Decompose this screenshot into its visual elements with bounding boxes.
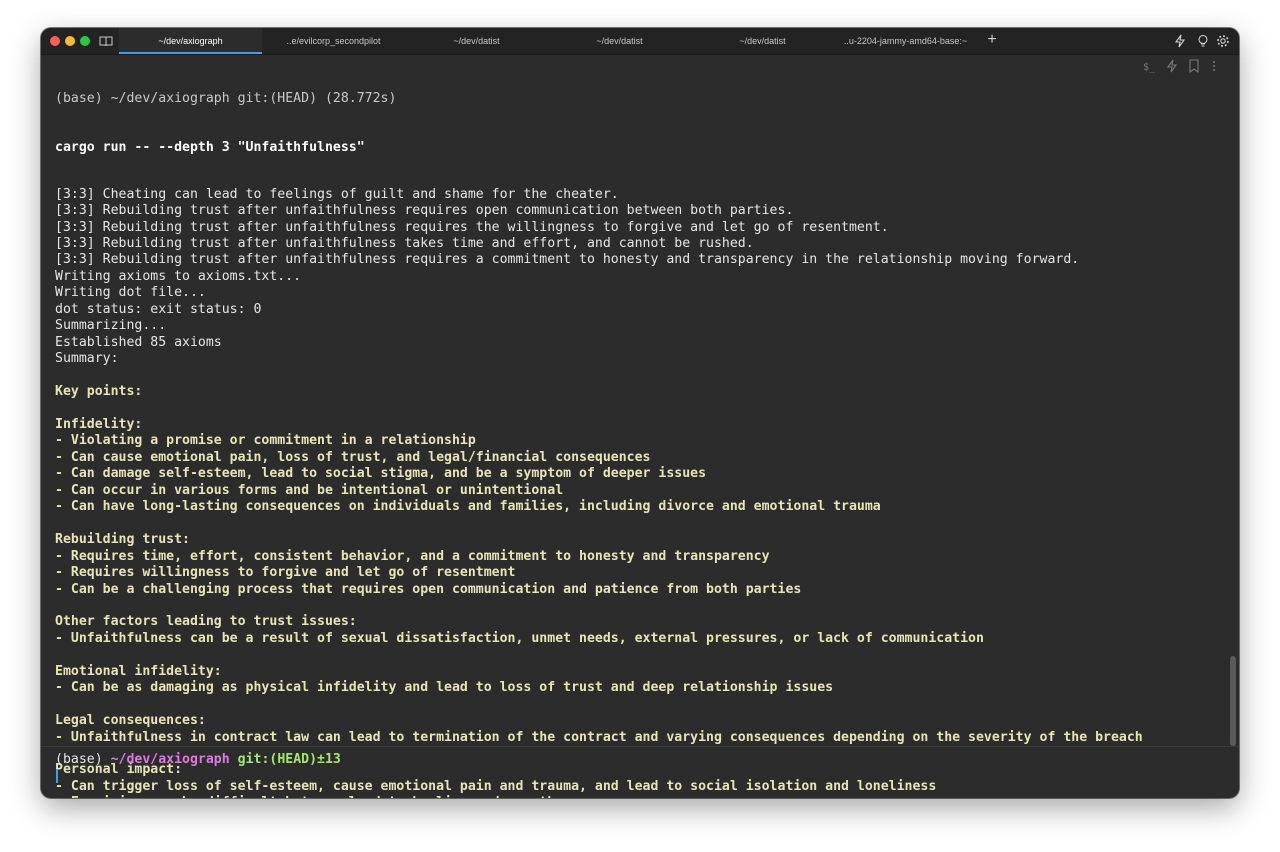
command-output: [3:3] Cheating can lead to feelings of g… [55, 187, 1225, 798]
summary-line: - Can occur in various forms and be inte… [55, 482, 564, 498]
prompt-path: ~/dev/axiograph [110, 752, 230, 767]
summary-line: Rebuilding trust: [55, 532, 190, 548]
output-line: Summarizing... [55, 318, 167, 334]
summary-line: - Unfaithfulness can be a result of sexu… [55, 630, 984, 646]
summary-line: ​ [55, 368, 1225, 384]
tab-3[interactable]: ~/dev/datist [548, 28, 691, 54]
minimize-window-button[interactable] [65, 36, 75, 46]
output-line: [3:3] Cheating can lead to feelings of g… [55, 186, 619, 202]
summary-line: - Requires willingness to forgive and le… [55, 565, 516, 581]
output-line: [3:3] Rebuilding trust after unfaithfuln… [55, 203, 794, 219]
output-line: [3:3] Rebuilding trust after unfaithfuln… [55, 235, 754, 251]
output-line: [3:3] Rebuilding trust after unfaithfuln… [55, 219, 889, 235]
output-line: Summary: [55, 351, 119, 367]
gear-icon[interactable] [1216, 34, 1230, 48]
summary-line: - Can have long-lasting consequences on … [55, 499, 881, 515]
output-line: [3:3] Rebuilding trust after unfaithfuln… [55, 252, 1080, 268]
output-line: dot status: exit status: 0 [55, 301, 262, 317]
summary-line: - Can damage self-esteem, lead to social… [55, 466, 707, 482]
zoom-window-button[interactable] [80, 36, 90, 46]
summary-line: Key points: [55, 384, 143, 400]
new-tab-button[interactable]: + [983, 31, 1001, 49]
block-divider [41, 746, 1239, 747]
output-line: Writing axioms to axioms.txt... [55, 268, 302, 284]
summary-line: - Can be a challenging process that requ… [55, 581, 802, 597]
summary-line: Other factors leading to trust issues: [55, 614, 357, 630]
block-header: (base) ~/dev/axiograph git:(HEAD) (28.77… [55, 90, 397, 106]
summary-line: ​ [55, 401, 1225, 417]
summary-line: Infidelity: [55, 416, 143, 432]
summary-line: ​ [55, 598, 1225, 614]
summary-line: ​ [55, 647, 1225, 663]
summary-line: - Can be as damaging as physical infidel… [55, 680, 834, 696]
tab-5[interactable]: ..u-2204-jammy-amd64-base:~ [834, 28, 977, 54]
prompt-env: (base) [55, 752, 103, 767]
scrollbar[interactable] [1230, 656, 1236, 746]
summary-line: - Can trigger loss of self-esteem, cause… [55, 778, 937, 794]
tab-bar: ~/dev/axiograph ..e/evilcorp_secondpilot ~… [41, 28, 1239, 55]
close-window-button[interactable] [50, 36, 60, 46]
terminal-window: ~/dev/axiograph ..e/evilcorp_secondpilot ~… [41, 28, 1239, 798]
tab-1[interactable]: ..e/evilcorp_secondpilot [262, 28, 405, 54]
tab-2[interactable]: ~/dev/datist [405, 28, 548, 54]
summary-line: - Violating a promise or commitment in a… [55, 433, 476, 449]
command-block[interactable]: (base) ~/dev/axiograph git:(HEAD) (28.77… [55, 58, 1225, 798]
tab-4[interactable]: ~/dev/datist [691, 28, 834, 54]
summary-line: Legal consequences: [55, 713, 206, 729]
summary-line: ​ [55, 516, 1225, 532]
summary-line: Emotional infidelity: [55, 663, 222, 679]
prompt: (base) ~/dev/axiograph git:(HEAD)±13 [55, 752, 341, 768]
lightning-icon[interactable] [1173, 34, 1187, 48]
summary-line: - Unfaithfulness in contract law can lea… [55, 729, 1143, 745]
output-line: Established 85 axioms [55, 334, 222, 350]
summary-line: - Requires time, effort, consistent beha… [55, 548, 770, 564]
summary-line: - Can cause emotional pain, loss of trus… [55, 449, 651, 465]
command-text: cargo run -- --depth 3 "Unfaithfulness" [55, 140, 365, 156]
tab-0[interactable]: ~/dev/axiograph [119, 28, 262, 54]
book-icon[interactable] [99, 34, 113, 48]
output-line: Writing dot file... [55, 285, 206, 301]
prompt-git-status: git:(HEAD)±13 [237, 752, 341, 767]
summary-line: - Forgiving can be difficult but can lea… [55, 795, 1225, 798]
input-cursor[interactable] [56, 769, 58, 783]
summary-line: ​ [55, 697, 1225, 713]
lightbulb-icon[interactable] [1196, 34, 1210, 48]
